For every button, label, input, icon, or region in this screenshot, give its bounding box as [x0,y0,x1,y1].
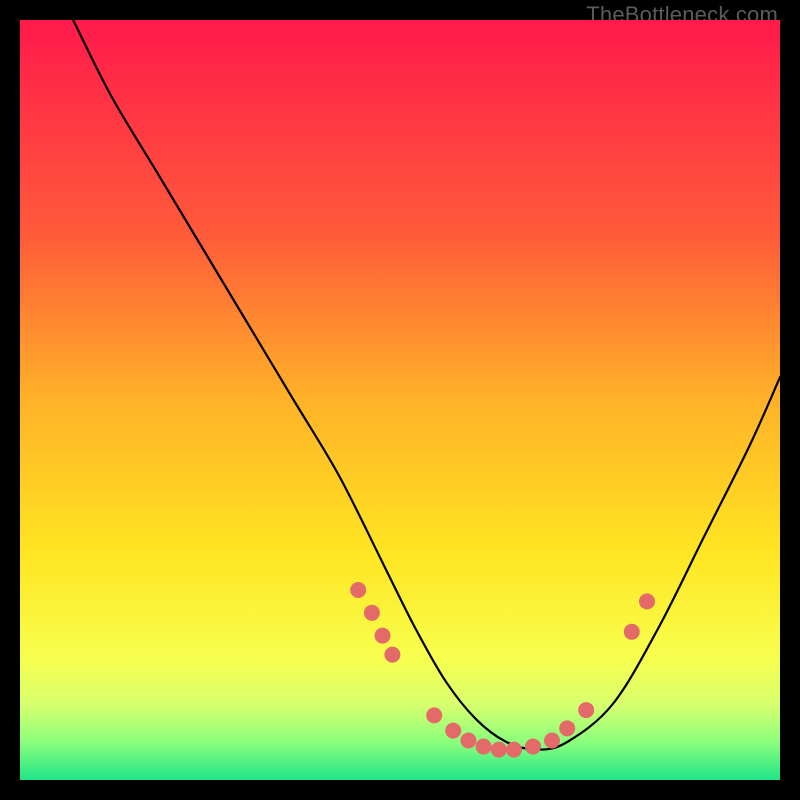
highlight-point [506,742,522,758]
highlight-point [460,732,476,748]
highlight-point [364,605,380,621]
chart-frame [20,20,780,780]
highlight-point [559,720,575,736]
highlight-point [476,739,492,755]
highlight-point [624,624,640,640]
highlight-point [445,723,461,739]
highlight-point [426,707,442,723]
highlight-point [375,628,391,644]
highlight-point [384,647,400,663]
highlight-point [544,732,560,748]
highlight-point [578,702,594,718]
highlight-point [350,582,366,598]
highlight-point [525,739,541,755]
highlight-point [639,593,655,609]
highlight-point [491,742,507,758]
chart-svg [20,20,780,780]
